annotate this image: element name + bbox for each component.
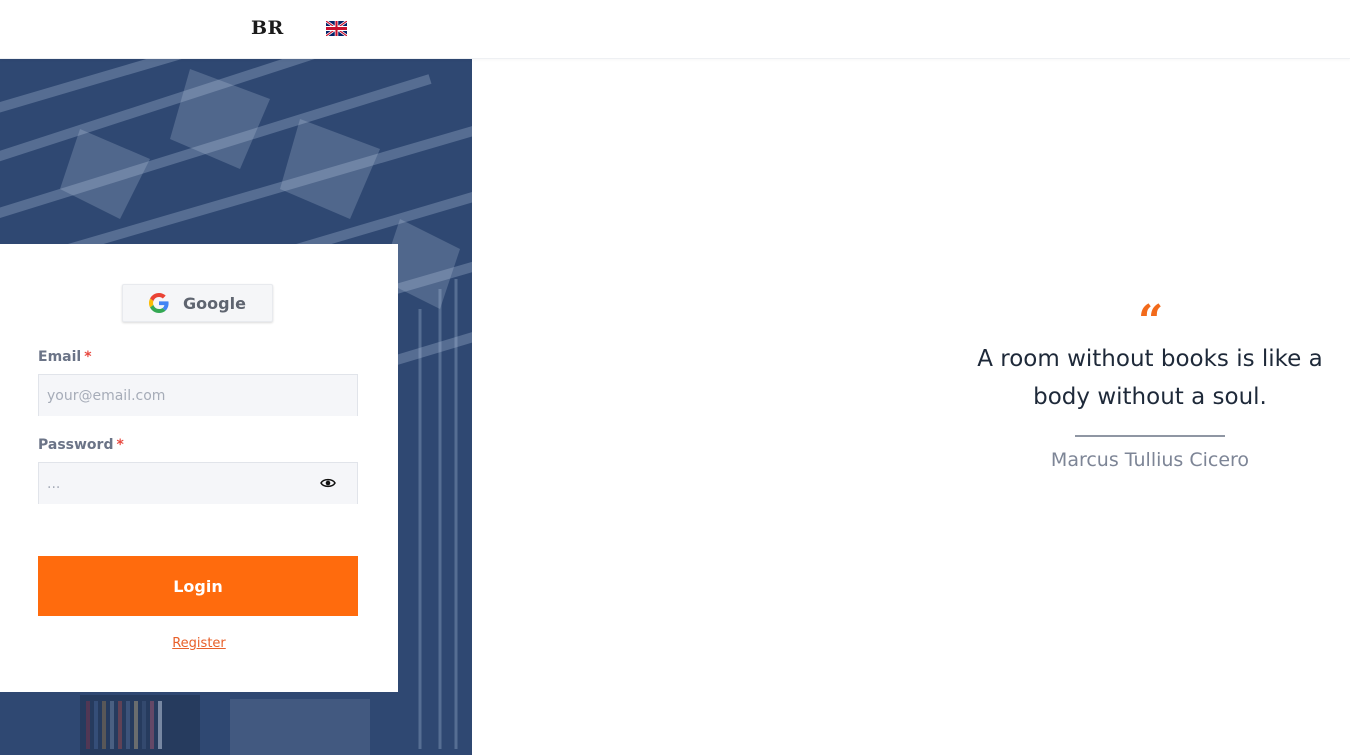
password-label-text: Password	[38, 437, 114, 453]
email-label-text: Email	[38, 349, 82, 365]
uk-flag-icon[interactable]	[326, 21, 347, 36]
google-button-label: Google	[183, 293, 246, 313]
google-login-button[interactable]: Google	[122, 284, 273, 322]
email-label: Email *	[38, 349, 92, 365]
email-field[interactable]	[38, 374, 358, 416]
password-field[interactable]	[38, 462, 358, 504]
brand-logo[interactable]: BR	[251, 17, 284, 39]
quote-author: Marcus Tullius Cicero	[1050, 449, 1250, 471]
quote-text: A room without books is like a body with…	[977, 346, 1323, 410]
login-button[interactable]: Login	[38, 556, 358, 616]
google-icon	[149, 293, 169, 313]
password-label: Password *	[38, 437, 124, 453]
quote-mark-icon: “	[1138, 296, 1164, 347]
top-header: BR	[0, 0, 1350, 59]
required-marker: *	[116, 437, 124, 453]
login-card: Google Email* Password* Login Register	[0, 244, 398, 692]
show-password-eye-icon[interactable]	[320, 477, 336, 489]
quote-divider	[1075, 435, 1225, 437]
register-link[interactable]: Register	[0, 636, 398, 651]
required-marker: *	[84, 349, 92, 365]
